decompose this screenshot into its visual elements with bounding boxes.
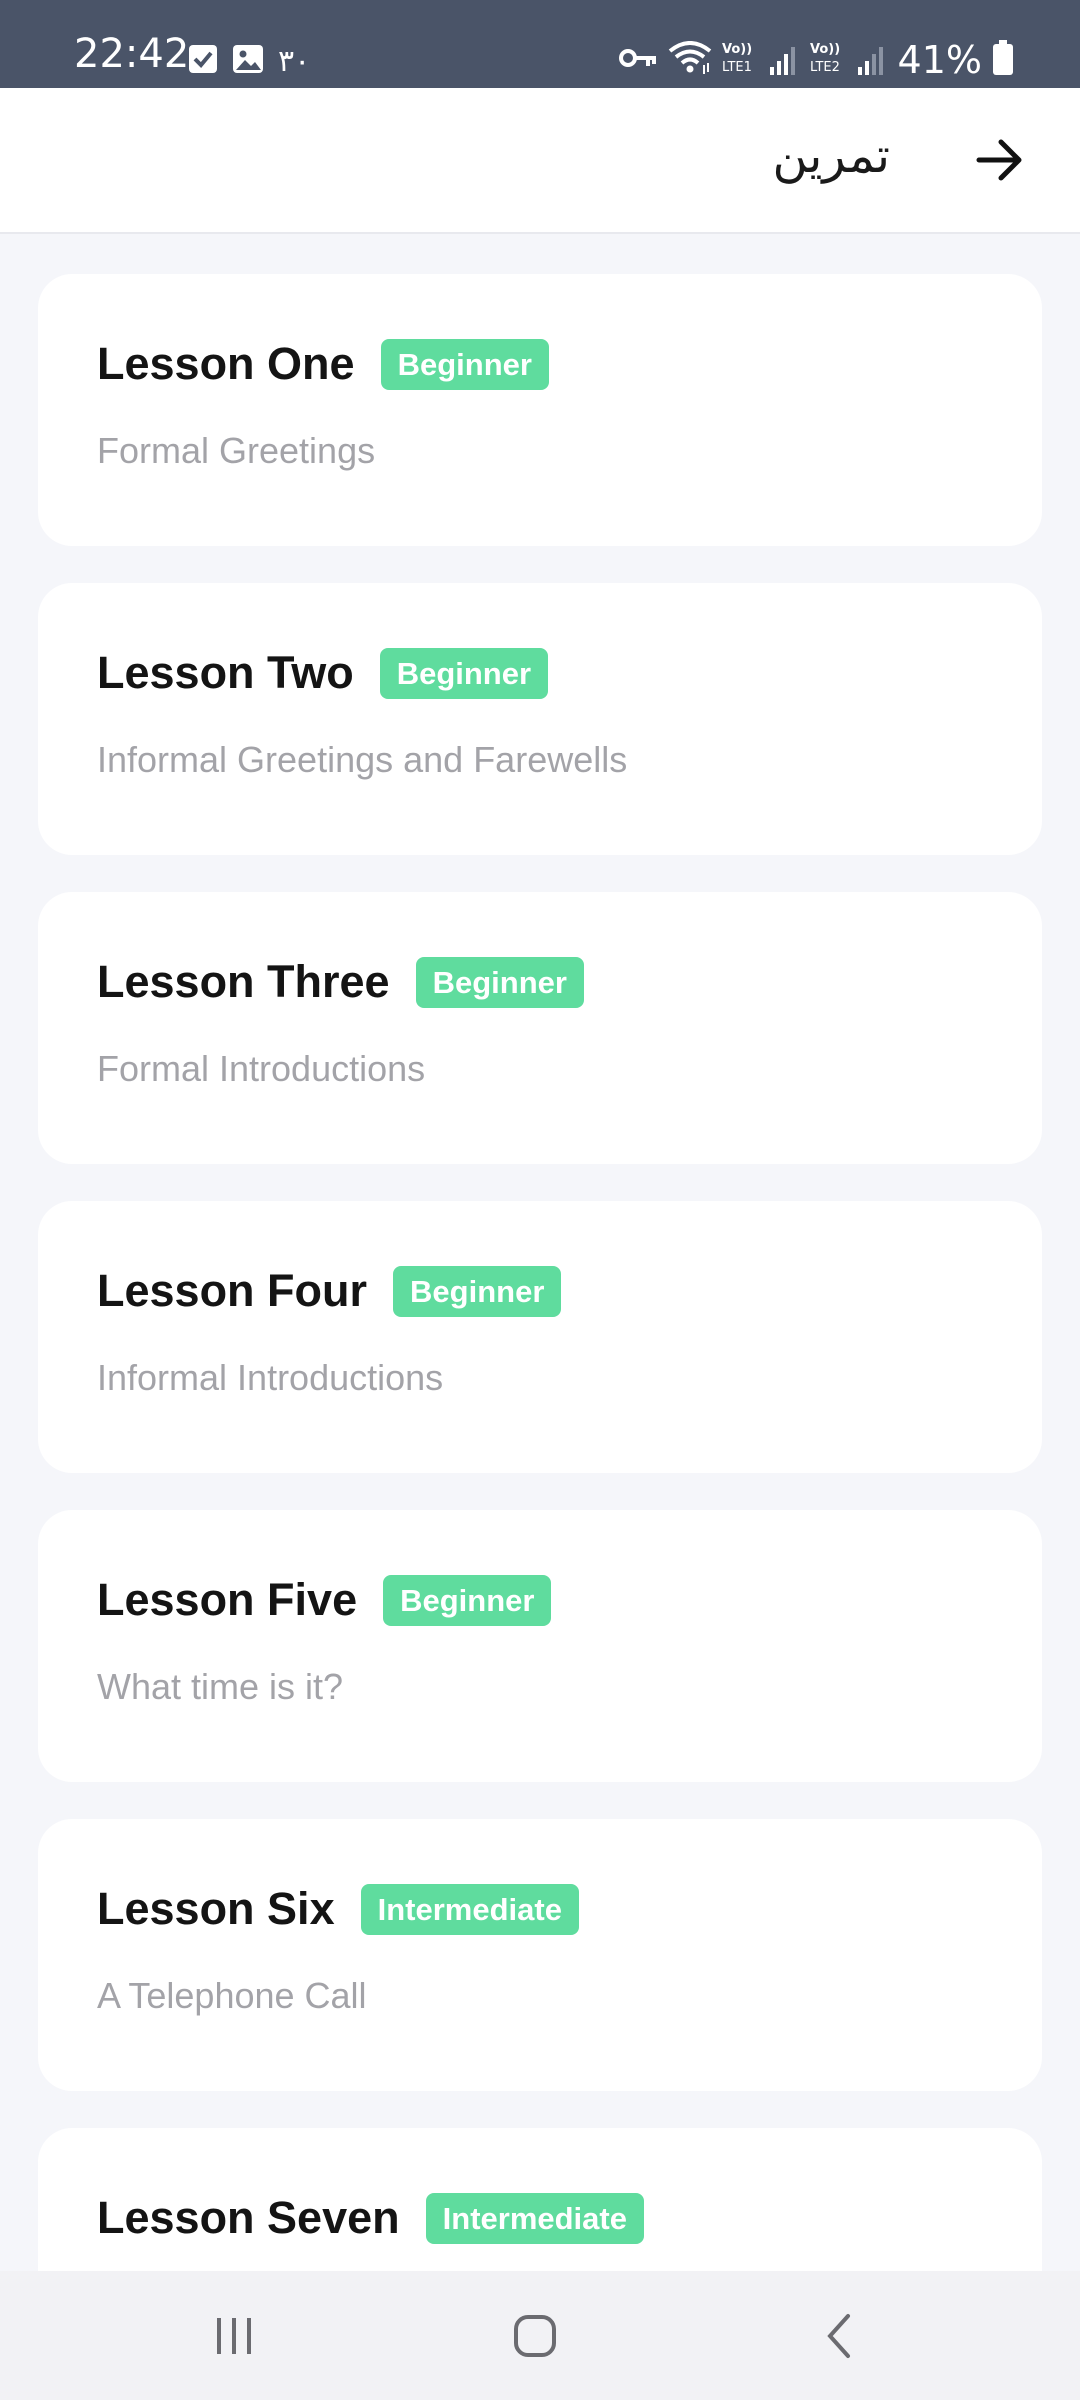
vpn-key-icon — [618, 46, 658, 75]
level-badge: Intermediate — [360, 1883, 579, 1935]
lesson-title: Lesson Six — [97, 1883, 335, 1934]
nav-back-button[interactable] — [800, 2301, 880, 2371]
lesson-card-four[interactable]: Lesson Four Beginner Informal Introducti… — [38, 1201, 1042, 1473]
level-badge: Beginner — [383, 1574, 552, 1626]
lesson-card-six[interactable]: Lesson Six Intermediate A Telephone Call — [38, 1819, 1042, 2091]
lesson-card-two[interactable]: Lesson Two Beginner Informal Greetings a… — [38, 583, 1042, 855]
lesson-card-five[interactable]: Lesson Five Beginner What time is it? — [38, 1510, 1042, 1782]
battery-icon — [992, 39, 1014, 81]
lesson-subtitle: Formal Greetings — [97, 430, 376, 471]
lesson-subtitle: Informal Greetings and Farewells — [97, 739, 628, 780]
gallery-icon — [232, 44, 264, 79]
lesson-title: Lesson Seven — [97, 2192, 400, 2243]
back-icon — [827, 2314, 850, 2358]
level-badge: Beginner — [380, 338, 549, 390]
page-title: تمرین — [772, 128, 891, 184]
back-button[interactable] — [970, 130, 1030, 190]
lesson-title: Lesson Five — [97, 1574, 358, 1625]
lesson-subtitle: Informal Introductions — [97, 1357, 444, 1398]
svg-text:LTE1: LTE1 — [722, 60, 752, 75]
svg-text:Vo)): Vo)) — [722, 42, 752, 57]
level-badge: Beginner — [393, 1265, 562, 1317]
level-badge: Intermediate — [425, 2192, 644, 2244]
svg-text:Vo)): Vo)) — [810, 42, 840, 57]
lesson-list[interactable]: Lesson One Beginner Formal Greetings Les… — [0, 234, 1080, 2271]
lte1-signal-icon: Vo)) LTE1 — [722, 39, 800, 82]
lesson-title: Lesson Three — [97, 956, 390, 1007]
status-left-icons: ۳۰ — [188, 43, 311, 79]
lesson-title: Lesson Two — [97, 647, 354, 698]
lesson-card-seven[interactable]: Lesson Seven Intermediate — [38, 2128, 1042, 2271]
arrow-right-icon — [976, 139, 1022, 181]
lesson-card-three[interactable]: Lesson Three Beginner Formal Introductio… — [38, 892, 1042, 1164]
task-check-icon — [188, 44, 218, 79]
level-badge: Beginner — [379, 647, 549, 699]
lesson-title: Lesson One — [97, 338, 355, 389]
lesson-subtitle: Formal Introductions — [97, 1048, 426, 1089]
home-button[interactable] — [495, 2301, 575, 2371]
status-right-icons: Vo)) LTE1 Vo)) LTE2 41% — [618, 38, 1014, 82]
notification-count: ۳۰ — [278, 43, 311, 79]
status-bar: 22:42 ۳۰ Vo)) LTE1 Vo)) LTE2 41% — [0, 0, 1080, 88]
lesson-subtitle: What time is it? — [97, 1666, 344, 1707]
wifi-icon — [668, 40, 712, 80]
app-bar: تمرین — [0, 88, 1080, 234]
lte2-signal-icon: Vo)) LTE2 — [810, 39, 888, 82]
svg-text:LTE2: LTE2 — [810, 60, 840, 75]
lesson-title: Lesson Four — [97, 1265, 368, 1316]
system-nav-bar — [0, 2271, 1080, 2400]
recent-apps-button[interactable] — [194, 2301, 274, 2371]
battery-percent: 41% — [897, 38, 982, 82]
status-time: 22:42 — [74, 31, 190, 77]
level-badge: Beginner — [415, 956, 584, 1008]
recent-apps-icon — [217, 2318, 251, 2354]
lesson-subtitle: A Telephone Call — [97, 1975, 367, 2016]
home-icon — [514, 2315, 556, 2357]
lesson-card-one[interactable]: Lesson One Beginner Formal Greetings — [38, 274, 1042, 546]
